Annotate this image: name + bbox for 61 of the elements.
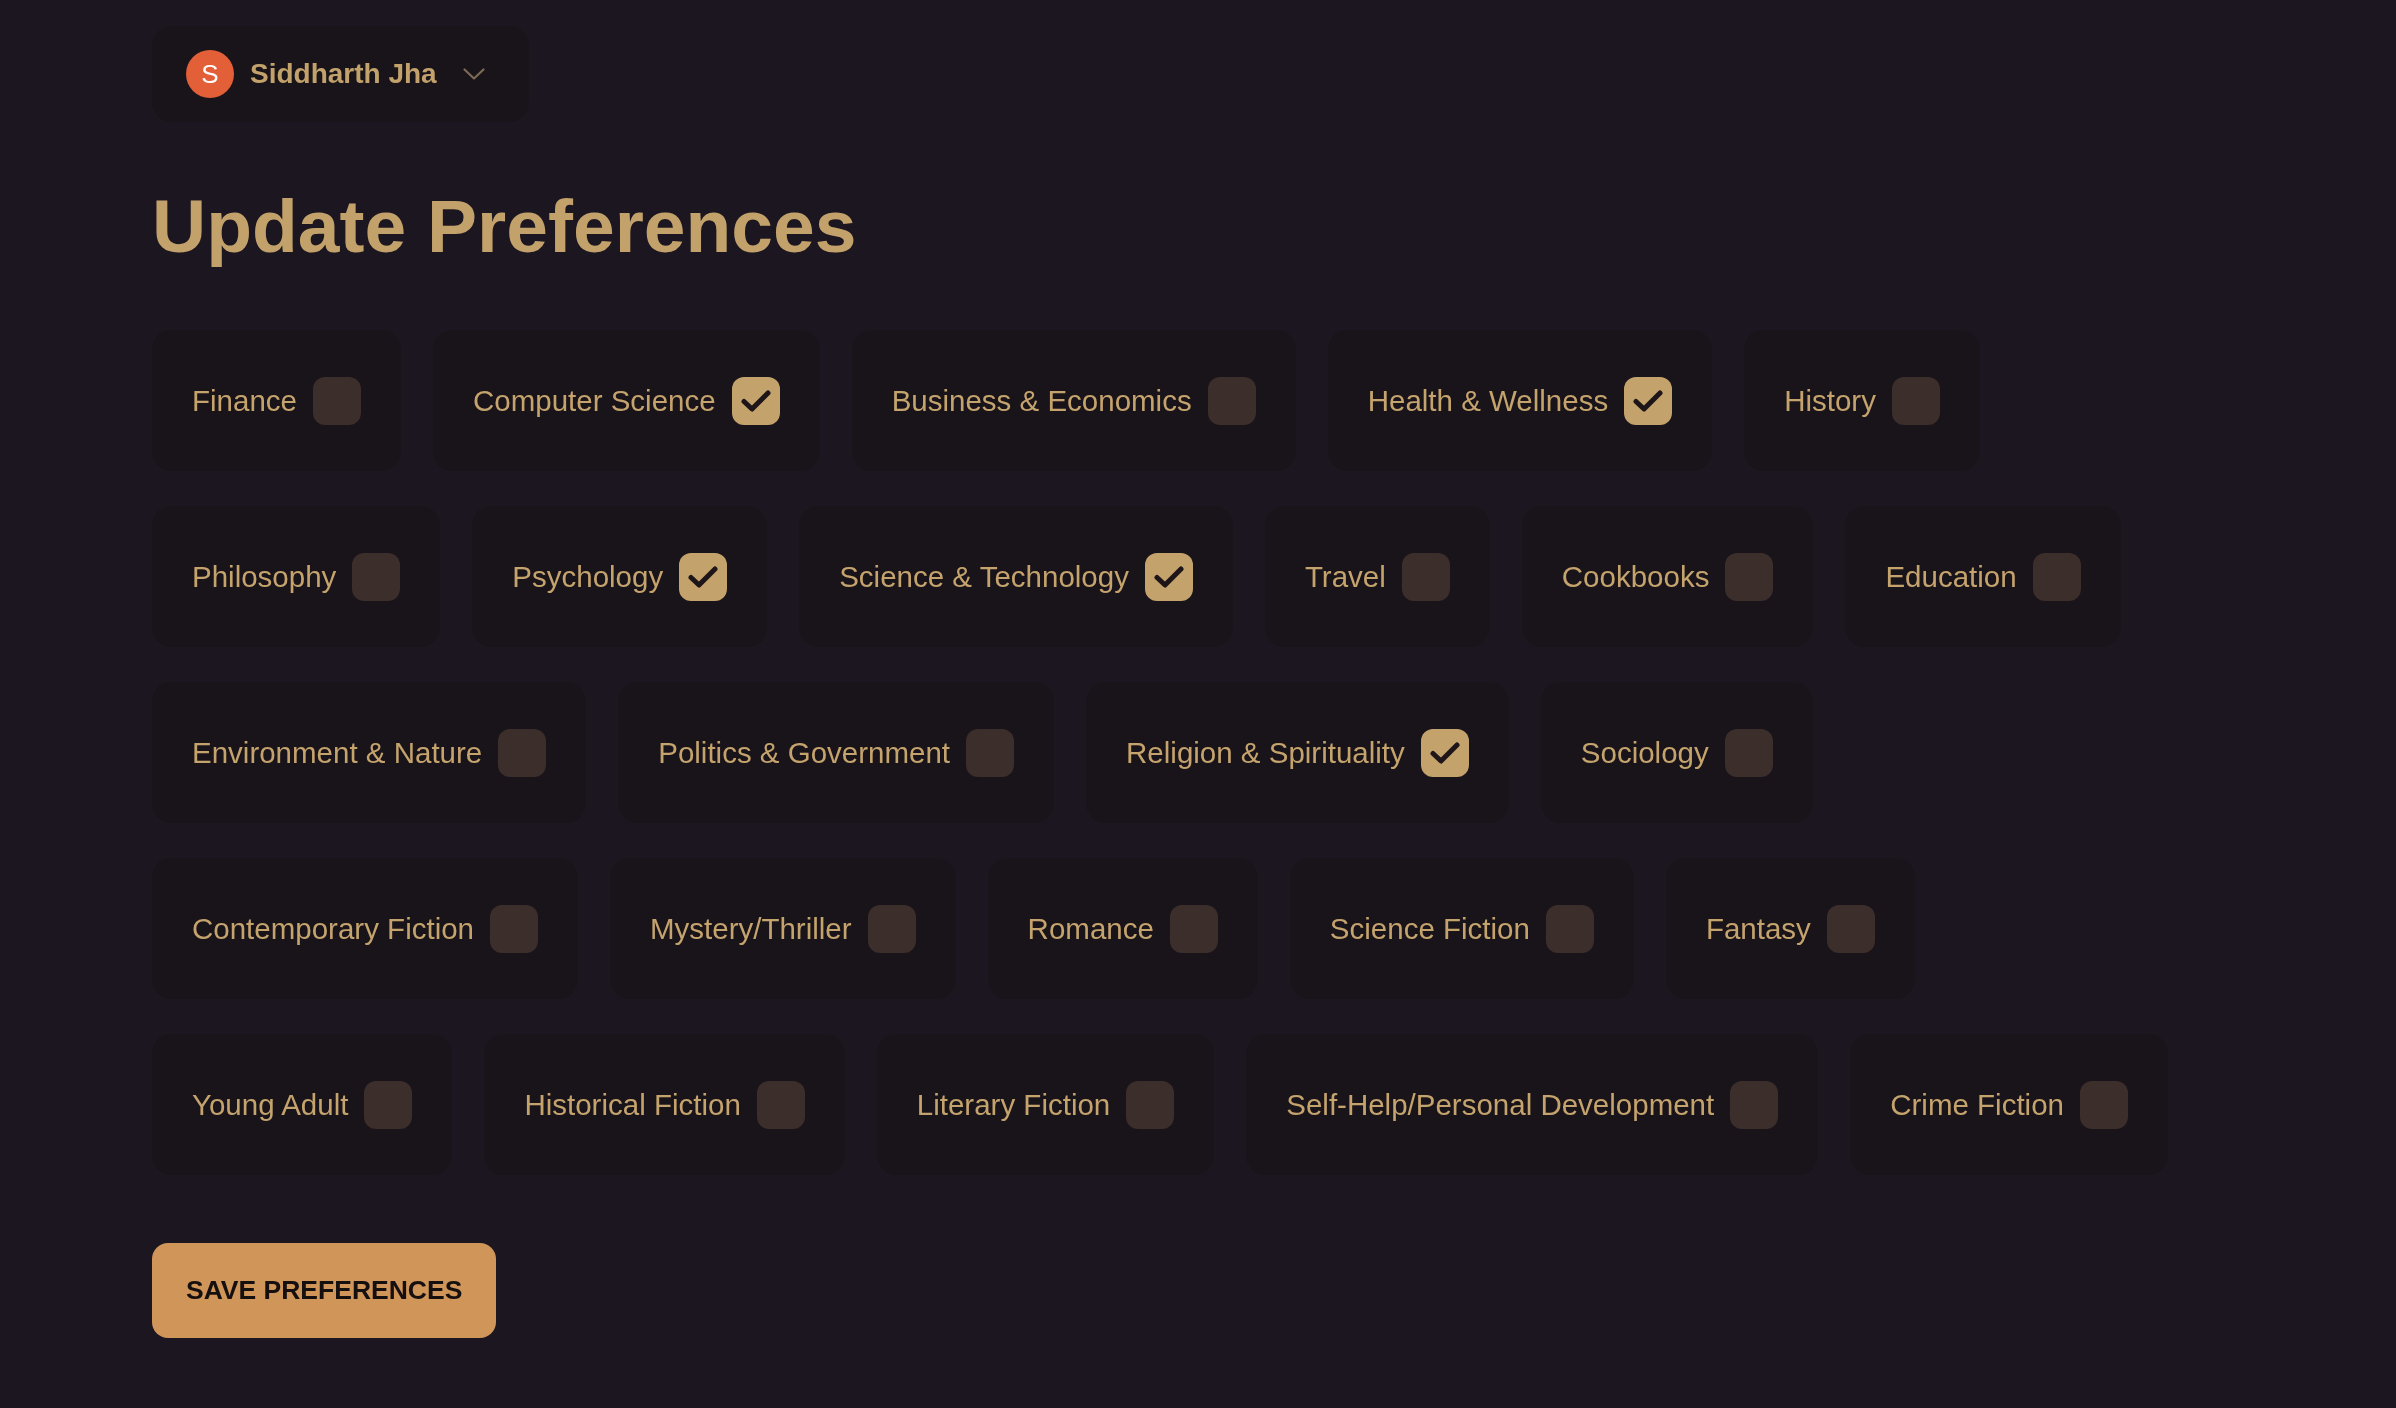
checkbox[interactable] bbox=[364, 1080, 413, 1129]
checkbox[interactable] bbox=[2079, 1080, 2128, 1129]
preference-label: Crime Fiction bbox=[1890, 1087, 2064, 1122]
preference-label: Literary Fiction bbox=[916, 1087, 1111, 1122]
checkbox[interactable] bbox=[2032, 552, 2081, 601]
checkbox[interactable] bbox=[312, 376, 361, 425]
checkbox[interactable] bbox=[1420, 728, 1469, 777]
user-name: Siddharth Jha bbox=[250, 58, 437, 90]
check-icon bbox=[688, 564, 719, 589]
check-icon bbox=[1633, 388, 1664, 413]
preference-label: Science & Technology bbox=[839, 559, 1129, 594]
preference-label: Romance bbox=[1027, 911, 1154, 946]
checkbox[interactable] bbox=[1169, 904, 1218, 953]
checkbox[interactable] bbox=[1826, 904, 1875, 953]
preference-label: Health & Wellness bbox=[1367, 383, 1609, 418]
preference-label: Fantasy bbox=[1705, 911, 1811, 946]
preference-label: Mystery/Thriller bbox=[650, 911, 852, 946]
check-icon bbox=[1429, 740, 1460, 765]
page-title: Update Preferences bbox=[152, 183, 857, 270]
checkbox[interactable] bbox=[1724, 728, 1773, 777]
preference-label: Religion & Spirituality bbox=[1126, 735, 1405, 770]
preference-label: Sociology bbox=[1580, 735, 1709, 770]
checkbox[interactable] bbox=[1891, 376, 1940, 425]
checkbox[interactable] bbox=[966, 728, 1015, 777]
check-icon bbox=[1153, 564, 1184, 589]
checkbox[interactable] bbox=[1725, 552, 1774, 601]
preference-label: Travel bbox=[1304, 559, 1386, 594]
checkbox[interactable] bbox=[1401, 552, 1450, 601]
save-preferences-button[interactable]: SAVE PREFERENCES bbox=[152, 1243, 497, 1338]
preference-label: Young Adult bbox=[192, 1087, 349, 1122]
checkbox[interactable] bbox=[1545, 904, 1594, 953]
checkbox[interactable] bbox=[490, 904, 538, 953]
preference-label: Cookbooks bbox=[1561, 559, 1710, 594]
checkbox[interactable] bbox=[1207, 376, 1256, 425]
preference-label: Politics & Government bbox=[658, 735, 951, 770]
check-icon bbox=[740, 388, 771, 413]
preference-label: Contemporary Fiction bbox=[192, 911, 474, 946]
preference-label: Philosophy bbox=[192, 559, 337, 594]
checkbox[interactable] bbox=[1126, 1080, 1175, 1129]
preference-label: Science Fiction bbox=[1329, 911, 1530, 946]
preference-label: Psychology bbox=[512, 559, 664, 594]
checkbox[interactable] bbox=[867, 904, 916, 953]
preference-label: History bbox=[1784, 383, 1876, 418]
preference-label: Historical Fiction bbox=[524, 1087, 741, 1122]
user-avatar: S bbox=[186, 50, 234, 98]
checkbox[interactable] bbox=[352, 552, 401, 601]
chevron-down-icon bbox=[462, 68, 485, 80]
preference-label: Finance bbox=[192, 383, 297, 418]
checkbox[interactable] bbox=[1624, 376, 1673, 425]
checkbox[interactable] bbox=[1144, 552, 1193, 601]
checkbox[interactable] bbox=[1730, 1080, 1779, 1129]
checkbox[interactable] bbox=[756, 1080, 805, 1129]
preference-label: Business & Economics bbox=[891, 383, 1192, 418]
preference-label: Self-Help/Personal Development bbox=[1286, 1087, 1715, 1122]
preference-label: Education bbox=[1885, 559, 2017, 594]
checkbox[interactable] bbox=[498, 728, 547, 777]
preference-label: Environment & Nature bbox=[192, 735, 483, 770]
user-menu[interactable]: S Siddharth Jha bbox=[152, 26, 529, 122]
checkbox[interactable] bbox=[679, 552, 728, 601]
checkbox[interactable] bbox=[731, 376, 780, 425]
preference-label: Computer Science bbox=[472, 383, 716, 418]
